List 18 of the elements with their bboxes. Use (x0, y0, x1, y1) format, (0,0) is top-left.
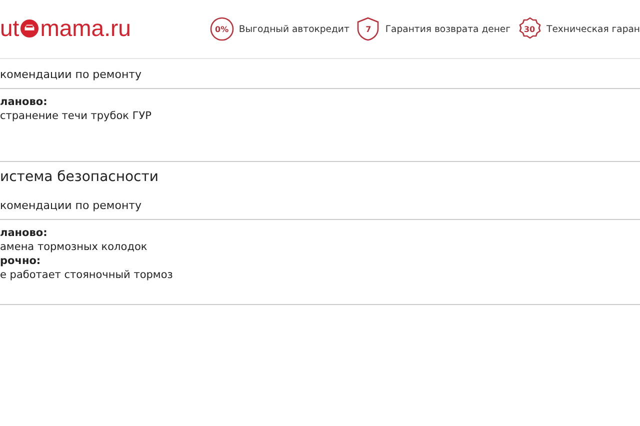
repair-item: амена тормозных колодок (0, 240, 148, 254)
section-subtitle: комендации по ремонту (0, 190, 640, 220)
priority-label: ланово: (0, 226, 48, 240)
priority-label: ланово: (0, 95, 48, 109)
car-logo-icon (20, 18, 40, 38)
feature-label: Выгодный автокредит (238, 24, 350, 34)
priority-label: рочно: (0, 254, 42, 268)
repair-item: странение течи трубок ГУР (0, 109, 152, 123)
logo-text[interactable]: ut (0, 14, 20, 42)
seal-badge-icon: 30 (518, 17, 542, 41)
circle-badge-icon: 0% (210, 17, 234, 41)
repair-item: е работает стояночный тормоз (0, 268, 174, 282)
logo-text[interactable]: mama.ru (40, 14, 131, 42)
feature-label: Техническая гаран (546, 24, 640, 34)
section-subtitle: комендации по ремонту (0, 59, 640, 89)
feature-label: Гарантия возврата денег (385, 24, 511, 34)
shield-badge-icon: 7 (356, 17, 380, 41)
section-title: истема безопасности (0, 168, 160, 187)
